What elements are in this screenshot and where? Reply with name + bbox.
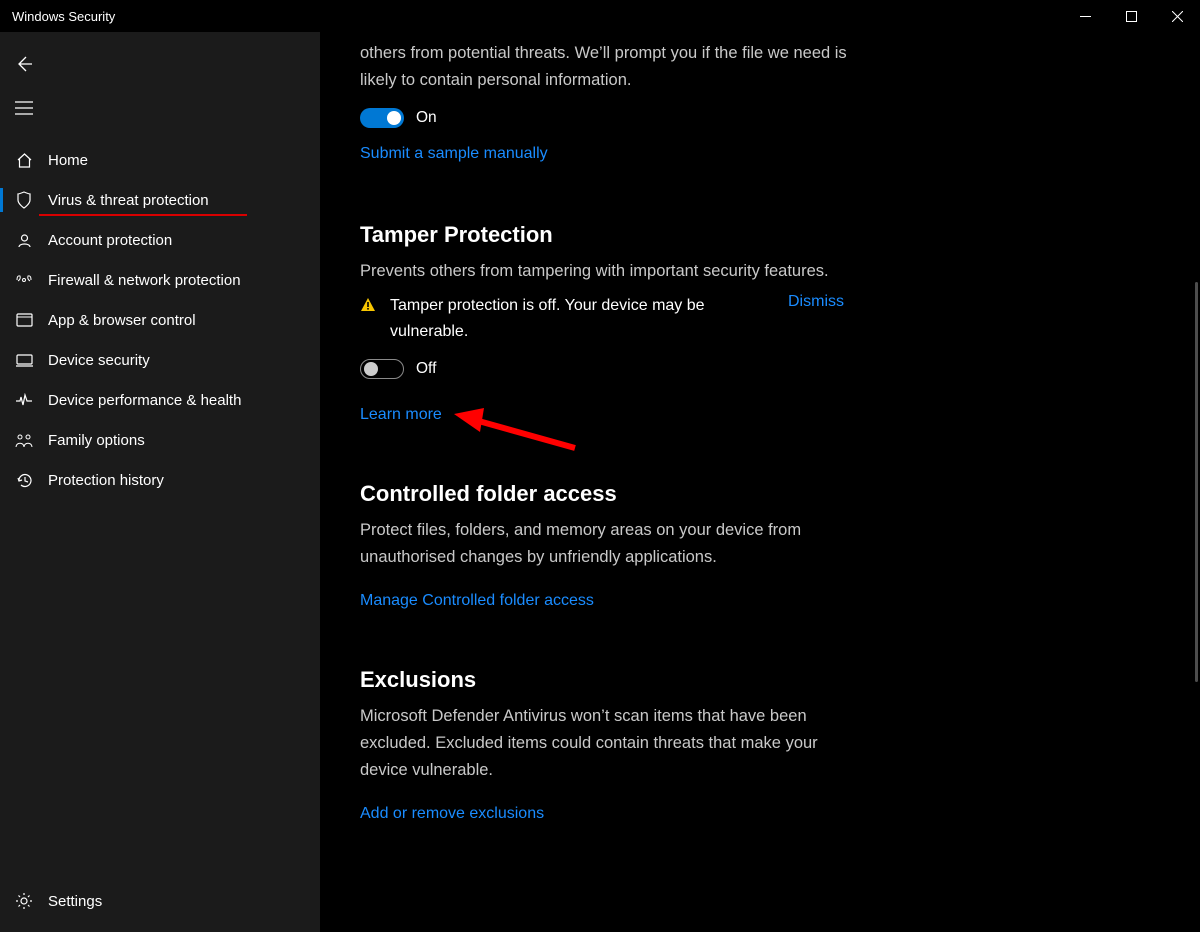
sidebar-item-label: Device performance & health (48, 392, 241, 409)
learn-more-link[interactable]: Learn more (360, 403, 442, 427)
sidebar-item-label: Virus & threat protection (48, 192, 209, 209)
sidebar-item-label: Account protection (48, 232, 172, 249)
shield-icon (12, 191, 36, 209)
section-title: Exclusions (360, 667, 920, 693)
exclusions-section: Exclusions Microsoft Defender Antivirus … (360, 667, 920, 826)
dismiss-link[interactable]: Dismiss (788, 293, 844, 311)
hamburger-button[interactable] (4, 88, 44, 128)
sidebar-item-family[interactable]: Family options (0, 420, 320, 460)
sidebar-item-label: App & browser control (48, 312, 196, 329)
history-icon (12, 472, 36, 489)
toggle-label: Off (416, 360, 436, 378)
section-desc: Protect files, folders, and memory areas… (360, 517, 845, 571)
warning-text: Tamper protection is off. Your device ma… (390, 293, 780, 345)
sidebar-item-device-security[interactable]: Device security (0, 340, 320, 380)
maximize-button[interactable] (1108, 0, 1154, 32)
section-title: Tamper Protection (360, 222, 920, 248)
section-title: Controlled folder access (360, 481, 920, 507)
home-icon (12, 152, 36, 169)
sidebar-item-label: Settings (48, 893, 102, 910)
sidebar-item-firewall[interactable]: Firewall & network protection (0, 260, 320, 300)
tamper-protection-toggle[interactable] (360, 359, 404, 379)
app-browser-icon (12, 313, 36, 327)
sidebar-item-label: Firewall & network protection (48, 272, 241, 289)
sidebar-item-label: Family options (48, 432, 145, 449)
section-desc: Prevents others from tampering with impo… (360, 258, 830, 285)
sidebar: Home Virus & threat protection Account p… (0, 32, 320, 932)
sidebar-item-settings[interactable]: Settings (0, 878, 320, 924)
section-desc: Microsoft Defender Antivirus won’t scan … (360, 703, 860, 784)
sidebar-item-protection-history[interactable]: Protection history (0, 460, 320, 500)
gear-icon (12, 892, 36, 910)
sidebar-item-label: Device security (48, 352, 150, 369)
titlebar: Windows Security (0, 0, 1200, 32)
tamper-warning-row: Tamper protection is off. Your device ma… (360, 293, 920, 345)
sample-submission-desc-partial: others from potential threats. We’ll pro… (360, 40, 850, 94)
sidebar-item-app-browser[interactable]: App & browser control (0, 300, 320, 340)
window-controls (1062, 0, 1200, 32)
window-title: Windows Security (12, 9, 115, 24)
family-icon (12, 433, 36, 448)
sidebar-item-device-performance[interactable]: Device performance & health (0, 380, 320, 420)
manage-cfa-link[interactable]: Manage Controlled folder access (360, 589, 594, 613)
device-security-icon (12, 354, 36, 367)
firewall-icon (12, 273, 36, 287)
health-icon (12, 393, 36, 407)
back-button[interactable] (4, 44, 44, 84)
sidebar-item-account-protection[interactable]: Account protection (0, 220, 320, 260)
vertical-scrollbar[interactable] (1194, 32, 1198, 932)
warning-icon (360, 297, 376, 318)
sidebar-item-virus-threat[interactable]: Virus & threat protection (0, 180, 320, 220)
minimize-button[interactable] (1062, 0, 1108, 32)
submit-sample-link[interactable]: Submit a sample manually (360, 142, 548, 166)
sidebar-item-label: Home (48, 152, 88, 169)
account-icon (12, 232, 36, 249)
sidebar-item-label: Protection history (48, 472, 164, 489)
sample-submission-toggle[interactable] (360, 108, 404, 128)
sidebar-item-home[interactable]: Home (0, 140, 320, 180)
exclusions-link[interactable]: Add or remove exclusions (360, 802, 544, 826)
main-content: others from potential threats. We’ll pro… (320, 32, 1200, 932)
toggle-label: On (416, 109, 437, 127)
sidebar-nav: Home Virus & threat protection Account p… (0, 140, 320, 500)
annotation-underline (39, 214, 247, 216)
controlled-folder-access-section: Controlled folder access Protect files, … (360, 481, 920, 613)
tamper-protection-section: Tamper Protection Prevents others from t… (360, 222, 920, 427)
windows-security-window: Windows Security (0, 0, 1200, 932)
close-button[interactable] (1154, 0, 1200, 32)
